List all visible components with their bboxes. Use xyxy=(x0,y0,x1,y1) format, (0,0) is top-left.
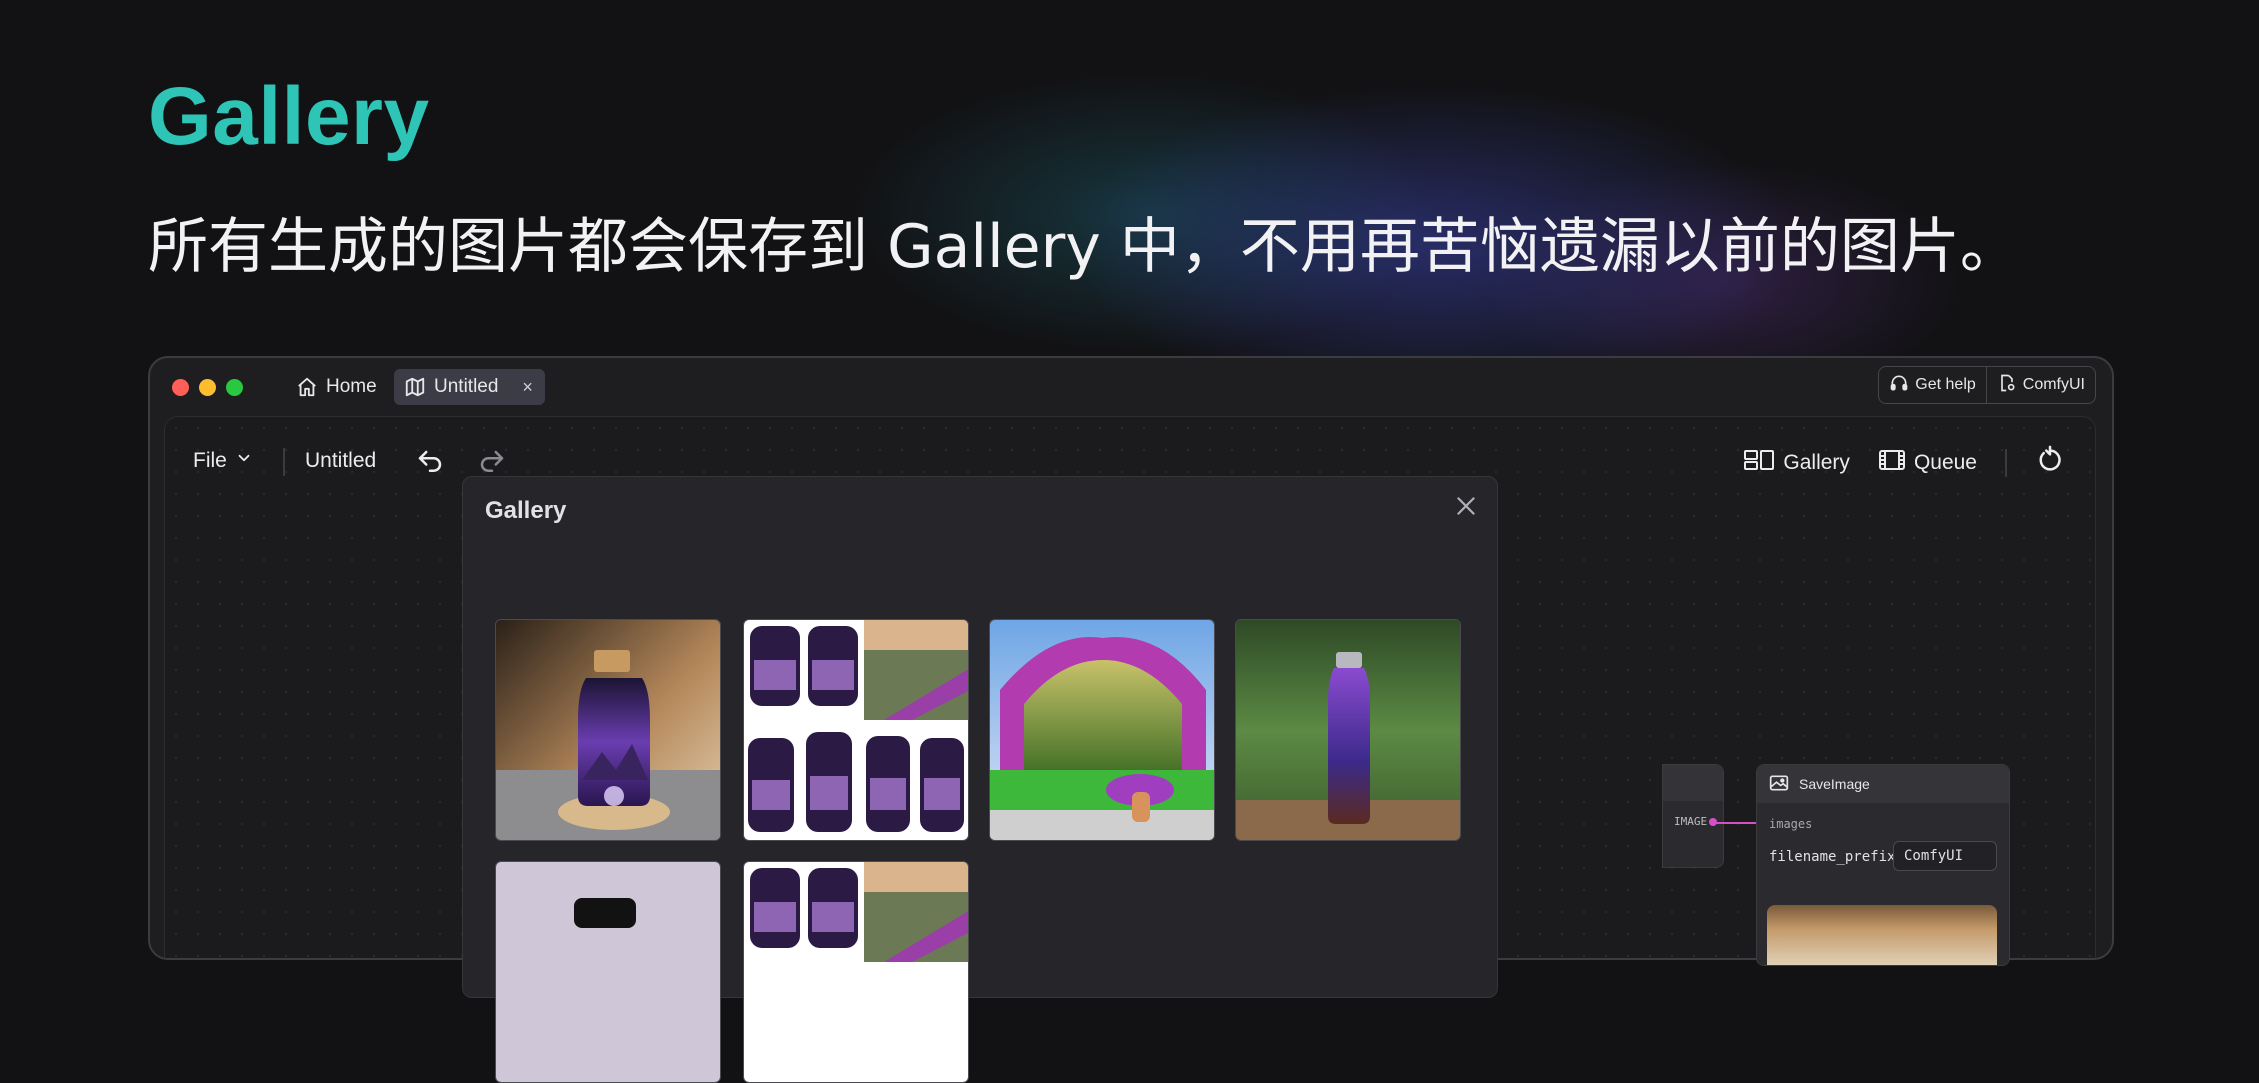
save-image-node-header[interactable]: SaveImage xyxy=(1757,765,2009,803)
image-icon xyxy=(1769,774,1789,795)
galaxy-bottle-in-forest-image xyxy=(1236,620,1460,840)
gallery-thumbnail[interactable] xyxy=(743,619,969,841)
save-image-title: SaveImage xyxy=(1799,776,1870,792)
save-image-node[interactable]: SaveImage images filename_prefix ComfyUI xyxy=(1756,764,2010,966)
gallery-layout-icon xyxy=(1743,448,1775,478)
chevron-down-icon xyxy=(235,449,253,473)
output-type-label: IMAGE xyxy=(1674,815,1708,828)
tab-untitled[interactable]: Untitled × xyxy=(394,369,545,405)
file-menu[interactable]: File xyxy=(193,449,253,473)
close-gallery-button[interactable] xyxy=(1453,493,1479,519)
saved-image-preview xyxy=(1767,905,1997,965)
get-help-button[interactable]: Get help xyxy=(1879,367,1985,403)
hero-title: Gallery xyxy=(148,71,430,162)
maximize-window-button[interactable] xyxy=(226,379,243,396)
output-socket[interactable] xyxy=(1709,818,1717,826)
connection-wire xyxy=(1714,822,1762,824)
gallery-button[interactable]: Gallery xyxy=(1743,448,1850,478)
close-window-button[interactable] xyxy=(172,379,189,396)
toolbar-divider xyxy=(283,448,285,476)
tab-home[interactable]: Home xyxy=(286,369,387,405)
reset-button[interactable] xyxy=(2035,445,2065,481)
gallery-title: Gallery xyxy=(485,497,567,524)
toolbar-divider xyxy=(2005,449,2007,477)
minimize-window-button[interactable] xyxy=(199,379,216,396)
undo-icon xyxy=(415,450,445,481)
gallery-button-label: Gallery xyxy=(1783,451,1850,474)
comfyui-label: ComfyUI xyxy=(2022,376,2085,393)
images-input[interactable]: images xyxy=(1769,817,1812,831)
refresh-icon xyxy=(2035,445,2065,481)
map-icon xyxy=(404,376,426,398)
gallery-thumbnail[interactable] xyxy=(495,619,721,841)
headphones-icon xyxy=(1889,373,1909,398)
document-title[interactable]: Untitled xyxy=(305,449,376,473)
home-icon xyxy=(296,376,318,398)
undo-button[interactable] xyxy=(415,447,445,482)
queue-button-label: Queue xyxy=(1913,451,1977,474)
file-menu-label: File xyxy=(193,449,227,472)
collage-of-night-sky-jars-image xyxy=(744,862,968,1082)
gallery-thumbnail[interactable] xyxy=(1235,619,1461,841)
film-strip-icon xyxy=(1878,448,1906,478)
right-toolbar: Gallery Queue xyxy=(1743,445,2065,481)
titlebar-actions: Get help ComfyUI xyxy=(1878,366,2096,404)
purple-tree-arch-forest-image xyxy=(990,620,1214,840)
filename-prefix-input[interactable]: ComfyUI xyxy=(1893,841,1997,871)
tab-home-label: Home xyxy=(326,376,377,397)
queue-button[interactable]: Queue xyxy=(1878,448,1977,478)
collage-of-night-sky-jars-image xyxy=(744,620,968,840)
document-settings-icon xyxy=(1997,373,2017,398)
get-help-label: Get help xyxy=(1915,376,1976,393)
purple-galaxy-bottle-on-wood-image xyxy=(496,620,720,840)
tab-untitled-label: Untitled xyxy=(434,376,499,397)
close-tab-icon[interactable]: × xyxy=(522,377,533,398)
images-input-label: images xyxy=(1769,817,1813,831)
bottle-with-black-cap-image xyxy=(496,862,720,1082)
title-bar: Home Untitled × Get help ComfyUI xyxy=(150,358,2112,414)
hero-subtitle: 所有生成的图片都会保存到 Gallery 中，不用再苦恼遗漏以前的图片。 xyxy=(148,212,2020,282)
close-icon xyxy=(1453,497,1479,523)
gallery-thumbnail[interactable] xyxy=(743,861,969,1083)
comfyui-button[interactable]: ComfyUI xyxy=(1985,367,2095,403)
gallery-thumbnail[interactable] xyxy=(989,619,1215,841)
gallery-panel: Gallery xyxy=(462,476,1498,1083)
gallery-thumbnail[interactable] xyxy=(495,861,721,1083)
filename-prefix-label: filename_prefix xyxy=(1769,849,1896,865)
